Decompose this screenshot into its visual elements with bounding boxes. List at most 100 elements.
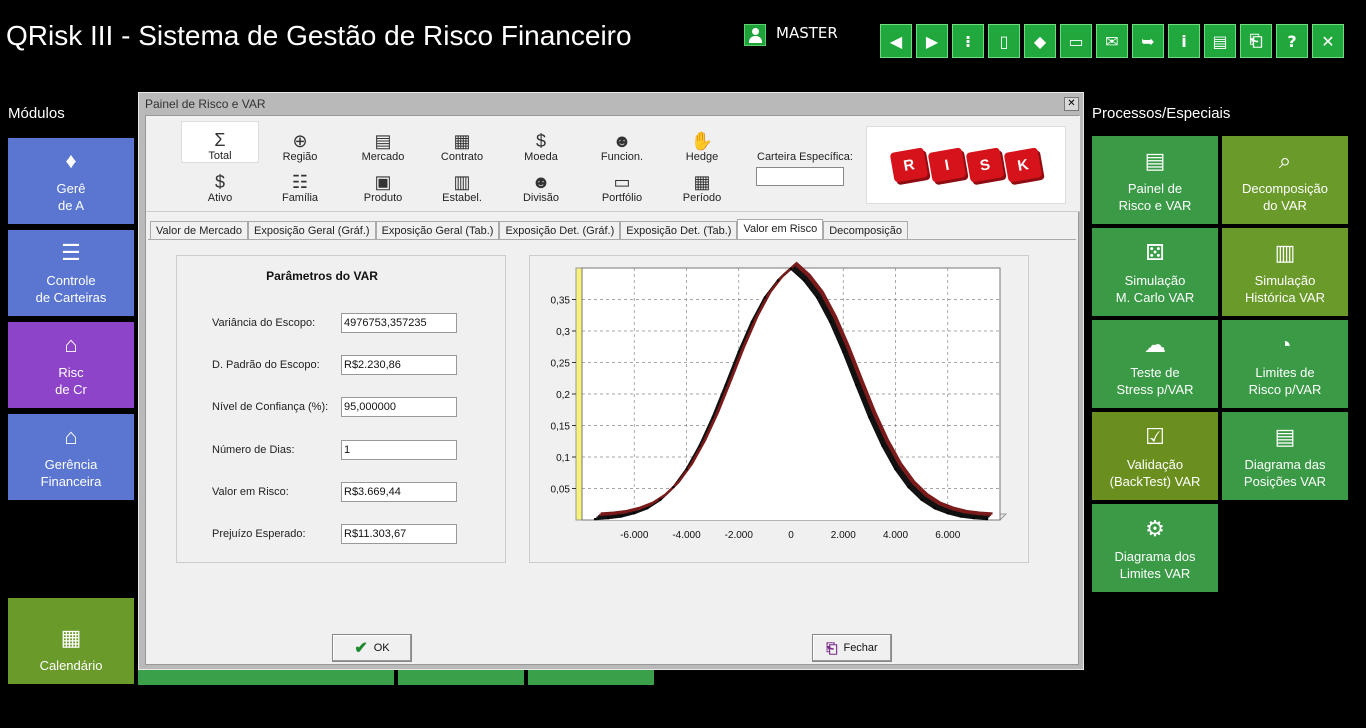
filter-funcion-button[interactable]: ☻ Funcion.: [583, 121, 661, 163]
tab-3[interactable]: Exposição Det. (Gráf.): [499, 221, 621, 240]
back-button[interactable]: ◀: [880, 24, 912, 58]
tile-label-line: Gerê: [56, 181, 86, 196]
traffic-light-icon: ⁝: [964, 31, 972, 51]
tile-label-line: Diagrama das: [1244, 457, 1326, 472]
tile-processos-1[interactable]: ⌕ Decomposição do VAR: [1222, 136, 1348, 224]
filter-moeda-button[interactable]: $ Moeda: [502, 121, 580, 163]
tile-processos-2[interactable]: ⚄ Simulação M. Carlo VAR: [1092, 228, 1218, 316]
risk-logo-cube: I: [927, 147, 967, 183]
tile-modules-2[interactable]: ⌂ Risc de Cr: [8, 322, 134, 408]
param-label: D. Padrão do Escopo:: [212, 359, 320, 371]
paint-bucket-button[interactable]: ◆: [1024, 24, 1056, 58]
processos-label: Processos/Especiais: [1092, 105, 1231, 122]
user-name: MASTER: [776, 24, 838, 42]
filter-famlia-button[interactable]: ☷ Família: [261, 162, 339, 204]
tile-label-line: Limites VAR: [1119, 566, 1191, 581]
tile-label-line: Diagrama dos: [1114, 549, 1196, 564]
param-value-field[interactable]: R$11.303,67: [341, 524, 457, 544]
column-icon: ▯: [999, 31, 1009, 51]
tile-label-line: Risc: [58, 365, 84, 380]
chart-point: [672, 485, 675, 489]
traffic-light-button[interactable]: ⁝: [952, 24, 984, 58]
tile-label-line: Limites de: [1255, 365, 1315, 380]
send-mail-button[interactable]: ➥: [1132, 24, 1164, 58]
filter-icon: ☻: [531, 172, 551, 192]
tile-modules-1[interactable]: ☰ Controle de Carteiras: [8, 230, 134, 316]
exit-door-button[interactable]: ⎗: [1240, 24, 1272, 58]
dialog-body: Carteira Específica: RISK Σ Total ⊕ Região ▤…: [145, 115, 1080, 665]
tile-modules-0[interactable]: ♦ Gerê de A: [8, 138, 134, 224]
chart-x-tick-label: -4.000: [672, 530, 701, 541]
filter-icon: ▥: [453, 172, 471, 192]
forward-button[interactable]: ▶: [916, 24, 948, 58]
filter-contrato-button[interactable]: ▦ Contrato: [423, 121, 501, 163]
params-title: Parâmetros do VAR: [266, 269, 378, 283]
carteira-input[interactable]: [756, 167, 844, 186]
monitor-button[interactable]: ▭: [1060, 24, 1092, 58]
modules-label: Módulos: [8, 105, 65, 122]
param-value-field[interactable]: R$2.230,86: [341, 355, 457, 375]
chart-point: [933, 507, 936, 510]
tile-processos-5[interactable]: ◔ Limites de Risco p/VAR: [1222, 320, 1348, 408]
chart-point: [763, 296, 767, 299]
tab-2[interactable]: Exposição Geral (Tab.): [375, 221, 500, 240]
tile-label-line: Posições VAR: [1243, 474, 1327, 489]
filter-regio-button[interactable]: ⊕ Região: [261, 121, 339, 163]
filter-diviso-button[interactable]: ☻ Divisão: [502, 162, 580, 204]
tab-1[interactable]: Exposição Geral (Gráf.): [248, 221, 376, 240]
tile-modules-4[interactable]: ▦ Calendário: [8, 598, 134, 684]
filter-ativo-button[interactable]: $ Ativo: [181, 162, 259, 204]
close-button[interactable]: ✕: [1312, 24, 1344, 58]
close-button[interactable]: ⎗ Fechar: [812, 634, 892, 662]
param-value-field[interactable]: R$3.669,44: [341, 482, 457, 502]
tile-processos-6[interactable]: ☑ Validação (BackTest) VAR: [1092, 412, 1218, 500]
filter-estabel-button[interactable]: ▥ Estabel.: [423, 162, 501, 204]
chart-point: [659, 498, 662, 501]
filter-hedge-button[interactable]: ✋ Hedge: [663, 121, 741, 163]
tile-label-line: Calendário: [39, 658, 103, 673]
tile-processos-4[interactable]: ☁ Teste de Stress p/VAR: [1092, 320, 1218, 408]
tab-4[interactable]: Exposição Det. (Tab.): [620, 221, 738, 240]
envelope-check-button[interactable]: ✉: [1096, 24, 1128, 58]
tile-icon: ☑: [1145, 424, 1165, 449]
help-icon: ?: [1287, 31, 1297, 51]
bottom-strip: [138, 670, 394, 685]
tile-modules-3[interactable]: ⌂ Gerência Financeira: [8, 414, 134, 500]
top-toolbar: ◀ ▶ ⁝ ▯ ◆ ▭ ✉ ➥ i ▤ ⎗? ✕: [880, 24, 1344, 58]
tile-label-line: Stress p/VAR: [1116, 382, 1194, 397]
document-settings-button[interactable]: ▤: [1204, 24, 1236, 58]
tile-icon: ⌂: [64, 332, 78, 357]
param-value-field[interactable]: 95,000000: [341, 397, 457, 417]
filter-mercado-button[interactable]: ▤ Mercado: [344, 121, 422, 163]
chart-point: [815, 296, 819, 299]
chart-point: [698, 444, 701, 447]
filter-icon: ✋: [690, 131, 714, 151]
tile-processos-7[interactable]: ▤ Diagrama das Posições VAR: [1222, 412, 1348, 500]
filter-perodo-button[interactable]: ▦ Período: [663, 162, 741, 204]
chart-point: [802, 279, 806, 282]
info-button[interactable]: i: [1168, 24, 1200, 58]
param-value-field[interactable]: 1: [341, 440, 457, 460]
tab-0[interactable]: Valor de Mercado: [150, 221, 249, 240]
help-button[interactable]: ?: [1276, 24, 1308, 58]
chart-y-tick-label: 0,15: [551, 422, 571, 433]
ok-label: OK: [373, 642, 390, 654]
filter-icon: ▭: [613, 172, 631, 192]
param-value-field[interactable]: 4976753,357235: [341, 313, 457, 333]
ok-button[interactable]: ✔ OK: [332, 634, 412, 662]
filter-total-button[interactable]: Σ Total: [181, 121, 259, 163]
filter-produto-button[interactable]: ▣ Produto: [344, 162, 422, 204]
tab-5[interactable]: Valor em Risco: [737, 219, 824, 240]
tile-processos-8[interactable]: ⚙ Diagrama dos Limites VAR: [1092, 504, 1218, 592]
chart-point: [959, 515, 963, 518]
column-button[interactable]: ▯: [988, 24, 1020, 58]
chart-point: [946, 512, 949, 515]
tab-6[interactable]: Decomposição: [823, 221, 908, 240]
dialog-close-icon[interactable]: ✕: [1064, 97, 1079, 111]
tile-label-line: Financeira: [40, 474, 102, 489]
var-chart-panel: -6.000 -4.000 -2.000 0 2.000 4.000 6.000 0,05 0,…: [529, 255, 1029, 563]
tile-processos-3[interactable]: ▥ Simulação Histórica VAR: [1222, 228, 1348, 316]
tile-processos-0[interactable]: ▤ Painel de Risco e VAR: [1092, 136, 1218, 224]
filter-portflio-button[interactable]: ▭ Portfólio: [583, 162, 661, 204]
risk-logo: RISK: [866, 126, 1066, 204]
